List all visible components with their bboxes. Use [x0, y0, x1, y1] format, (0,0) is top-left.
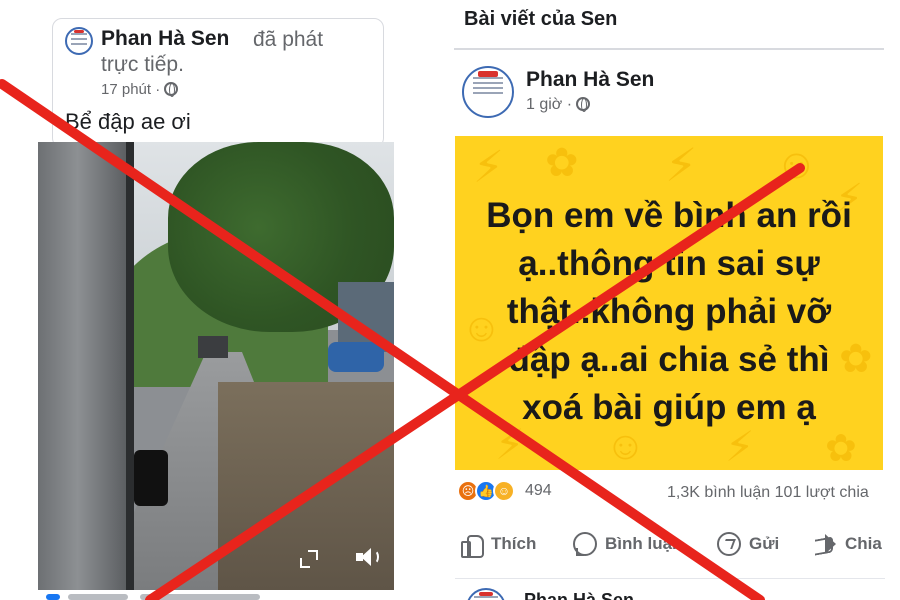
video-frame-side-mirror — [134, 450, 168, 506]
fullscreen-icon[interactable] — [300, 550, 318, 568]
like-button[interactable]: Thích — [459, 530, 536, 558]
like-label: Thích — [491, 534, 537, 553]
video-frame-car-pillar — [38, 142, 126, 590]
post-timestamp[interactable]: 17 phút · — [101, 81, 179, 98]
author-name[interactable]: Phan Hà Sen — [526, 68, 654, 92]
video-frame-tarp — [328, 342, 384, 372]
left-post-footer — [40, 590, 380, 600]
author-avatar[interactable] — [65, 27, 93, 55]
banner-decoration: ⚡ — [473, 143, 504, 192]
banner-decoration: ⚡ — [665, 139, 698, 191]
send-button[interactable]: Gửi — [717, 530, 779, 558]
comment-button[interactable]: Bình luận — [573, 530, 682, 558]
post-time-text: 1 giờ · — [526, 96, 573, 113]
section-header: Bài viết của Sen — [464, 8, 618, 30]
comment-label: Bình luận — [605, 534, 683, 553]
author-name[interactable]: Phan Hà Sen — [101, 27, 229, 51]
author-avatar[interactable] — [462, 66, 514, 118]
messenger-icon — [717, 532, 741, 556]
left-post-header: Phan Hà Sen đã phát trực tiếp. 17 phút ·… — [52, 18, 384, 148]
share-label: Chia — [845, 534, 882, 553]
globe-icon — [164, 82, 179, 97]
banner-message: Bọn em về bình an rồi ạ..thông tin sai s… — [486, 196, 852, 427]
banner-decoration: ✿ — [545, 141, 579, 185]
thumbs-up-icon — [459, 532, 484, 558]
globe-icon — [576, 97, 591, 112]
next-post-divider — [455, 578, 885, 600]
share-icon — [813, 532, 837, 556]
post-action-text-line2: trực tiếp. — [101, 53, 184, 76]
comment-icon — [573, 532, 597, 556]
comments-shares-count[interactable]: 1,3K bình luận 101 lượt chia — [667, 484, 869, 502]
banner-decoration: ✿ — [825, 428, 857, 470]
post-stats: ☹ 👍 ☺ 494 1,3K bình luận 101 lượt chia — [455, 476, 885, 508]
post-caption: Bể đập ae ơi — [65, 109, 191, 134]
reactions-count[interactable]: 494 — [525, 482, 552, 500]
section-divider — [454, 48, 884, 50]
banner-decoration: ☺ — [775, 140, 818, 187]
post-timestamp[interactable]: 1 giờ · — [526, 96, 591, 114]
post-action-text: đã phát — [253, 28, 324, 51]
haha-reaction-icon[interactable]: ☺ — [493, 480, 515, 502]
post-actions-bar: Thích Bình luận Gửi Chia — [455, 524, 885, 564]
next-post-author[interactable]: Phan Hà Sen — [524, 590, 634, 600]
video-frame-truck — [198, 336, 228, 358]
live-video-player[interactable] — [38, 142, 394, 590]
send-label: Gửi — [749, 534, 780, 553]
post-time-text: 17 phút · — [101, 81, 161, 98]
volume-icon[interactable] — [356, 546, 380, 568]
text-post-banner: ⚡ ✿ ⚡ ☺ ⚡ ☺ ✿ ⚡ ☺ ⚡ ✿ Bọn em về bình an … — [455, 136, 883, 470]
share-button[interactable]: Chia — [813, 530, 882, 558]
video-frame-door-frame — [126, 142, 134, 590]
